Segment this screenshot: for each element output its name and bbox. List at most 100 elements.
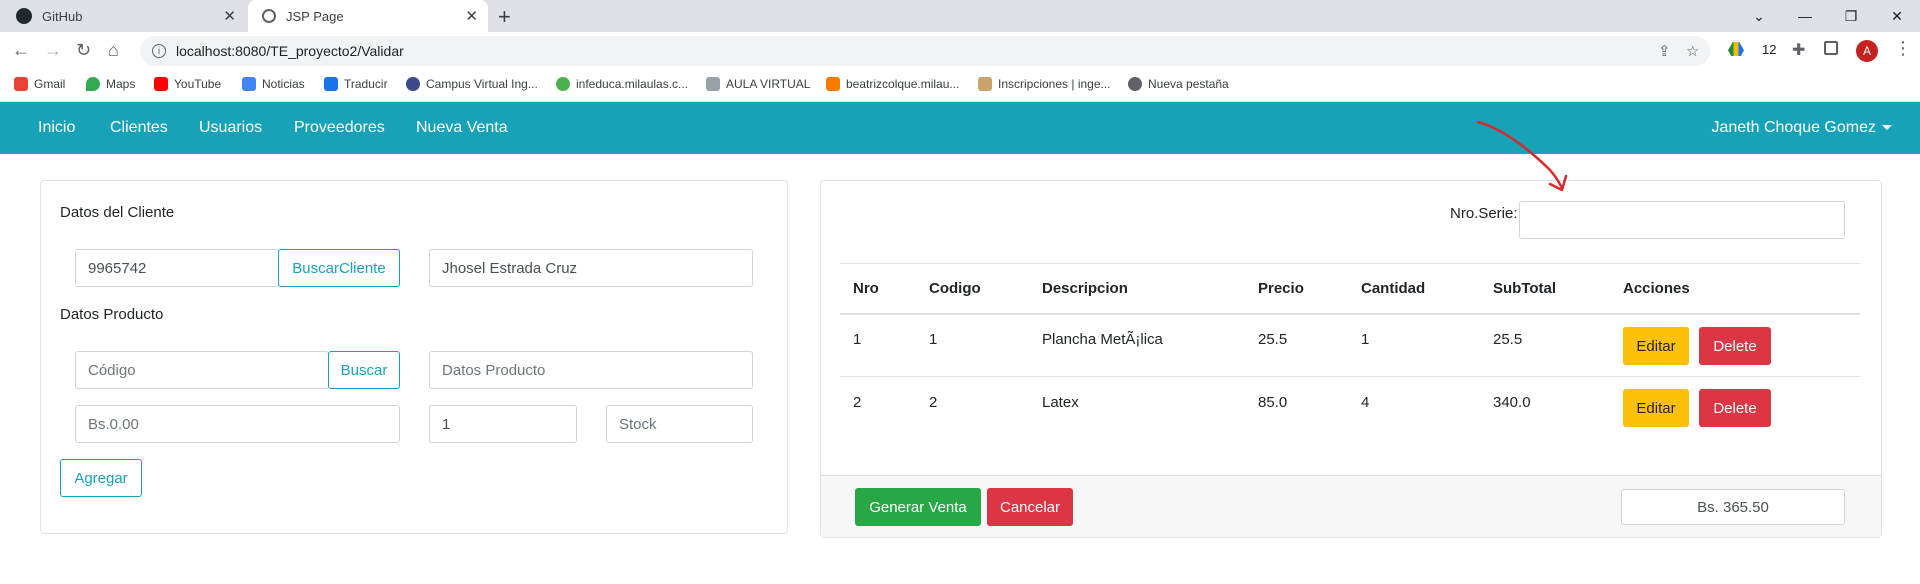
cell-codigo: 2 bbox=[929, 394, 938, 411]
close-icon[interactable]: ✕ bbox=[465, 7, 478, 25]
drive-icon[interactable] bbox=[1728, 42, 1744, 56]
tab-github[interactable]: GitHub ✕ bbox=[0, 0, 246, 32]
column-header: Acciones bbox=[1623, 280, 1690, 297]
column-header: SubTotal bbox=[1493, 280, 1557, 297]
info-icon[interactable]: i bbox=[152, 44, 166, 58]
bookmark-campus-virtual[interactable]: Campus Virtual Ing... bbox=[406, 77, 538, 91]
cell-cantidad: 4 bbox=[1361, 394, 1370, 411]
home-icon[interactable]: ⌂ bbox=[108, 40, 119, 61]
cancel-button[interactable]: Cancelar bbox=[987, 488, 1073, 526]
bookmark-maps[interactable]: Maps bbox=[86, 77, 135, 91]
add-product-button[interactable]: Agregar bbox=[60, 459, 142, 497]
product-code-input[interactable]: Código bbox=[75, 351, 329, 389]
avatar[interactable]: A bbox=[1856, 40, 1878, 62]
tab-title: JSP Page bbox=[286, 8, 344, 24]
table-row: 2 2 Latex 85.0 4 340.0 Editar Delete bbox=[840, 376, 1860, 440]
search-client-button[interactable]: BuscarCliente bbox=[278, 249, 400, 287]
app-navbar: Inicio Clientes Usuarios Proveedores Nue… bbox=[0, 102, 1920, 154]
github-icon bbox=[16, 8, 32, 24]
tab-jsp-page[interactable]: JSP Page ✕ bbox=[248, 0, 488, 32]
menu-icon[interactable]: ⋮ bbox=[1894, 38, 1912, 59]
news-icon bbox=[242, 77, 256, 91]
serie-label: Nro.Serie: bbox=[1450, 205, 1518, 222]
client-name-input[interactable]: Jhosel Estrada Cruz bbox=[429, 249, 753, 287]
url-text: localhost:8080/TE_proyecto2/Validar bbox=[176, 43, 404, 59]
close-icon[interactable]: ✕ bbox=[223, 7, 236, 25]
bookmark-traducir[interactable]: Traducir bbox=[324, 77, 388, 91]
extension-badge[interactable]: 12 bbox=[1762, 42, 1776, 57]
tab-search-icon[interactable]: ⌄ bbox=[1736, 0, 1782, 32]
tab-title: GitHub bbox=[42, 8, 83, 24]
client-code-input[interactable]: 9965742 bbox=[75, 249, 279, 287]
table-header-row: Nro Codigo Descripcion Precio Cantidad S… bbox=[840, 263, 1860, 313]
bookmarks-bar: Gmail Maps YouTube Noticias Traducir Cam… bbox=[0, 70, 1920, 102]
product-data-input[interactable]: Datos Producto bbox=[429, 351, 753, 389]
back-icon[interactable]: ← bbox=[12, 40, 30, 61]
globe-icon bbox=[1128, 77, 1142, 91]
translate-icon bbox=[324, 77, 338, 91]
quantity-input[interactable]: 1 bbox=[429, 405, 577, 443]
bookmark-beatrizcolque[interactable]: beatrizcolque.milau... bbox=[826, 77, 959, 91]
star-icon[interactable]: ☆ bbox=[1686, 36, 1699, 66]
cell-subtotal: 340.0 bbox=[1493, 394, 1531, 411]
generate-sale-button[interactable]: Generar Venta bbox=[855, 488, 981, 526]
moodle-icon bbox=[826, 77, 840, 91]
youtube-icon bbox=[154, 77, 168, 91]
nav-usuarios[interactable]: Usuarios bbox=[199, 119, 262, 137]
globe-icon bbox=[556, 77, 570, 91]
column-header: Codigo bbox=[929, 280, 981, 297]
edit-button[interactable]: Editar bbox=[1623, 327, 1689, 365]
bookmark-nueva-pestana[interactable]: Nueva pestaña bbox=[1128, 77, 1229, 91]
browser-tab-strip: GitHub ✕ JSP Page ✕ + ⌄ — ❐ ✕ bbox=[0, 0, 1920, 32]
cell-subtotal: 25.5 bbox=[1493, 331, 1523, 348]
edit-button[interactable]: Editar bbox=[1623, 389, 1689, 427]
delete-button[interactable]: Delete bbox=[1699, 389, 1771, 427]
bookmark-gmail[interactable]: Gmail bbox=[14, 77, 65, 91]
reload-icon[interactable]: ↻ bbox=[76, 40, 91, 61]
column-header: Precio bbox=[1258, 280, 1304, 297]
column-header: Descripcion bbox=[1042, 280, 1128, 297]
cell-cantidad: 1 bbox=[1361, 331, 1370, 348]
client-section-label: Datos del Cliente bbox=[60, 204, 175, 221]
new-tab-icon[interactable]: + bbox=[498, 4, 511, 30]
cell-descripcion: Latex bbox=[1042, 394, 1079, 411]
total-field: Bs. 365.50 bbox=[1621, 489, 1845, 525]
price-input[interactable]: Bs.0.00 bbox=[75, 405, 400, 443]
nav-proveedores[interactable]: Proveedores bbox=[294, 119, 385, 137]
bookmark-aula-virtual[interactable]: AULA VIRTUAL bbox=[706, 77, 810, 91]
column-header: Cantidad bbox=[1361, 280, 1426, 297]
cell-nro: 1 bbox=[853, 331, 862, 348]
bookmark-inscripciones[interactable]: Inscripciones | inge... bbox=[978, 77, 1111, 91]
cell-codigo: 1 bbox=[929, 331, 938, 348]
annotation-arrow-icon bbox=[1476, 120, 1568, 192]
forward-icon[interactable]: → bbox=[44, 40, 62, 61]
side-panel-icon[interactable] bbox=[1824, 41, 1838, 55]
gmail-icon bbox=[14, 77, 28, 91]
bookmark-infeduca[interactable]: infeduca.milaulas.c... bbox=[556, 77, 688, 91]
share-icon[interactable]: ⇪ bbox=[1658, 36, 1671, 66]
window-close-icon[interactable]: ✕ bbox=[1874, 0, 1920, 32]
nav-clientes[interactable]: Clientes bbox=[110, 119, 168, 137]
product-section-label: Datos Producto bbox=[60, 306, 164, 323]
stock-input[interactable]: Stock bbox=[606, 405, 753, 443]
address-bar: ← → ↻ ⌂ i localhost:8080/TE_proyecto2/Va… bbox=[0, 32, 1920, 70]
extensions-icon[interactable]: ✚ bbox=[1792, 40, 1805, 60]
cell-precio: 25.5 bbox=[1258, 331, 1288, 348]
column-header: Nro bbox=[853, 280, 879, 297]
serie-input[interactable] bbox=[1519, 201, 1845, 239]
delete-button[interactable]: Delete bbox=[1699, 327, 1771, 365]
bookmark-noticias[interactable]: Noticias bbox=[242, 77, 305, 91]
restore-icon[interactable]: ❐ bbox=[1828, 0, 1874, 32]
maps-icon bbox=[86, 77, 100, 91]
user-dropdown[interactable]: Janeth Choque Gomez bbox=[1711, 119, 1892, 137]
h-icon bbox=[978, 77, 992, 91]
nav-inicio[interactable]: Inicio bbox=[38, 119, 75, 137]
caret-down-icon bbox=[1882, 125, 1892, 131]
url-bar[interactable]: i localhost:8080/TE_proyecto2/Validar ⇪ … bbox=[140, 36, 1710, 66]
table-row: 1 1 Plancha MetÃ¡lica 25.5 1 25.5 Editar… bbox=[840, 313, 1860, 376]
bookmark-youtube[interactable]: YouTube bbox=[154, 77, 221, 91]
campus-icon bbox=[406, 77, 420, 91]
nav-nueva-venta[interactable]: Nueva Venta bbox=[416, 119, 508, 137]
search-product-button[interactable]: Buscar bbox=[328, 351, 400, 389]
minimize-icon[interactable]: — bbox=[1782, 0, 1828, 32]
